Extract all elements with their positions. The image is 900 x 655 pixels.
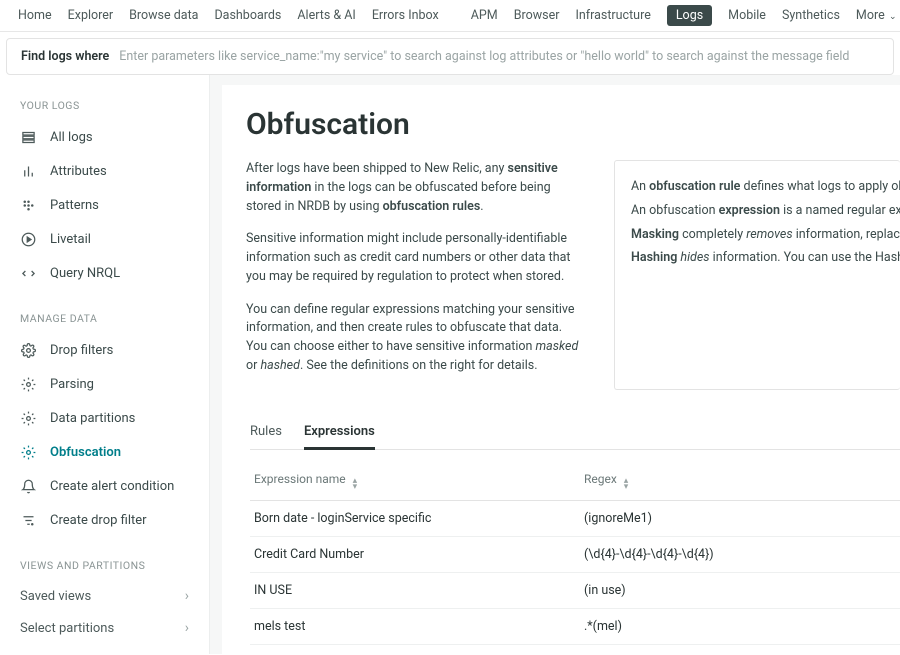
search-label: Find logs where <box>21 49 109 64</box>
cell-regex: (\d{4}-\d{4}-\d{4}-\d{4}) <box>584 547 896 562</box>
nav-logs[interactable]: Logs <box>667 5 712 26</box>
tab-expressions[interactable]: Expressions <box>304 418 375 450</box>
gear-icon <box>20 342 36 358</box>
log-search-bar[interactable]: Find logs where Enter parameters like se… <box>6 38 894 75</box>
sidebar-saved-views[interactable]: Saved views › <box>0 580 209 612</box>
sort-icon: ▴▾ <box>353 478 358 490</box>
sidebar-item-parsing[interactable]: Parsing <box>0 367 209 401</box>
gear-icon <box>20 410 36 426</box>
sidebar-item-attributes[interactable]: Attributes <box>0 154 209 188</box>
nav-dashboards[interactable]: Dashboards <box>214 8 281 23</box>
nav-synthetics[interactable]: Synthetics <box>782 8 840 23</box>
table-row[interactable]: mels test.*(mel) <box>250 609 900 645</box>
filter-icon <box>20 512 36 528</box>
chevron-right-icon: › <box>185 620 189 636</box>
nav-explorer[interactable]: Explorer <box>68 8 113 23</box>
table-row[interactable]: Credit Card Number(\d{4}-\d{4}-\d{4}-\d{… <box>250 537 900 573</box>
sidebar-item-create-drop-filter[interactable]: Create drop filter <box>0 503 209 537</box>
table-row[interactable]: Social Security Number.*(\d{3}-\d{2}-\d{… <box>250 645 900 655</box>
nav-alerts-ai[interactable]: Alerts & AI <box>297 8 355 23</box>
list-icon <box>20 129 36 145</box>
views-label: Select partitions <box>20 621 114 636</box>
sidebar-heading-manage-data: MANAGE DATA <box>0 304 209 333</box>
sidebar-item-label: Parsing <box>50 377 94 392</box>
cell-expression-name: Born date - loginService specific <box>254 511 584 526</box>
sidebar-item-livetail[interactable]: Livetail <box>0 222 209 256</box>
sidebar-heading-your-logs: YOUR LOGS <box>0 91 209 120</box>
col-expression-name[interactable]: Expression name ▴▾ <box>254 472 584 490</box>
cell-regex: .*(mel) <box>584 619 896 634</box>
sidebar-item-label: Obfuscation <box>50 445 121 460</box>
sidebar-item-label: Livetail <box>50 232 91 247</box>
chevron-right-icon: › <box>185 588 189 604</box>
nav-infrastructure[interactable]: Infrastructure <box>575 8 650 23</box>
bell-icon <box>20 478 36 494</box>
sidebar-item-query-nrql[interactable]: Query NRQL <box>0 256 209 290</box>
top-nav: Home Explorer Browse data Dashboards Ale… <box>0 0 900 32</box>
chevron-down-icon: ⌄ <box>887 12 897 22</box>
table-row[interactable]: Born date - loginService specific(ignore… <box>250 501 900 537</box>
cell-regex: (in use) <box>584 583 896 598</box>
sidebar-item-data-partitions[interactable]: Data partitions <box>0 401 209 435</box>
nav-mobile[interactable]: Mobile <box>728 8 766 23</box>
sidebar-item-create-alert[interactable]: Create alert condition <box>0 469 209 503</box>
sidebar-item-patterns[interactable]: Patterns <box>0 188 209 222</box>
tab-rules[interactable]: Rules <box>250 418 282 449</box>
table-row[interactable]: IN USE(in use) <box>250 573 900 609</box>
sidebar-item-label: Create alert condition <box>50 479 174 494</box>
table-header: Expression name ▴▾ Regex ▴▾ <box>250 462 900 501</box>
grid-icon <box>20 197 36 213</box>
sidebar-item-all-logs[interactable]: All logs <box>0 120 209 154</box>
cell-expression-name: Credit Card Number <box>254 547 584 562</box>
sidebar-item-label: All logs <box>50 130 93 145</box>
nav-home[interactable]: Home <box>18 8 52 23</box>
page-title: Obfuscation <box>246 107 900 142</box>
sort-icon: ▴▾ <box>624 478 629 490</box>
nav-browse-data[interactable]: Browse data <box>129 8 198 23</box>
cell-expression-name: mels test <box>254 619 584 634</box>
search-placeholder: Enter parameters like service_name:"my s… <box>119 49 879 64</box>
sidebar-select-partitions[interactable]: Select partitions › <box>0 612 209 644</box>
gear-icon <box>20 444 36 460</box>
nav-more[interactable]: More ⌄ <box>856 8 897 23</box>
gear-icon <box>20 376 36 392</box>
nav-apm[interactable]: APM <box>471 8 498 23</box>
code-icon <box>20 265 36 281</box>
main-content: Obfuscation After logs have been shipped… <box>210 75 900 654</box>
sidebar-item-label: Data partitions <box>50 411 135 426</box>
sidebar: YOUR LOGS All logs Attributes Patterns L… <box>0 75 210 654</box>
nav-browser[interactable]: Browser <box>514 8 560 23</box>
sidebar-item-drop-filters[interactable]: Drop filters <box>0 333 209 367</box>
description-right-panel: An obfuscation rule defines what logs to… <box>614 160 900 390</box>
views-label: Saved views <box>20 589 91 604</box>
sidebar-heading-views: VIEWS AND PARTITIONS <box>0 551 209 580</box>
play-icon <box>20 231 36 247</box>
bars-icon <box>20 163 36 179</box>
sidebar-item-label: Drop filters <box>50 343 113 358</box>
expressions-table: Expression name ▴▾ Regex ▴▾ Born date - … <box>250 462 900 655</box>
sidebar-item-label: Create drop filter <box>50 513 147 528</box>
sidebar-item-label: Patterns <box>50 198 99 213</box>
nav-errors-inbox[interactable]: Errors Inbox <box>372 8 439 23</box>
cell-expression-name: IN USE <box>254 583 584 598</box>
cell-regex: (ignoreMe1) <box>584 511 896 526</box>
sidebar-item-obfuscation[interactable]: Obfuscation <box>0 435 209 469</box>
description-left: After logs have been shipped to New Reli… <box>246 160 586 390</box>
tabs: Rules Expressions <box>250 418 900 450</box>
sidebar-item-label: Query NRQL <box>50 266 120 281</box>
sidebar-item-label: Attributes <box>50 164 107 179</box>
col-regex[interactable]: Regex ▴▾ <box>584 472 896 490</box>
